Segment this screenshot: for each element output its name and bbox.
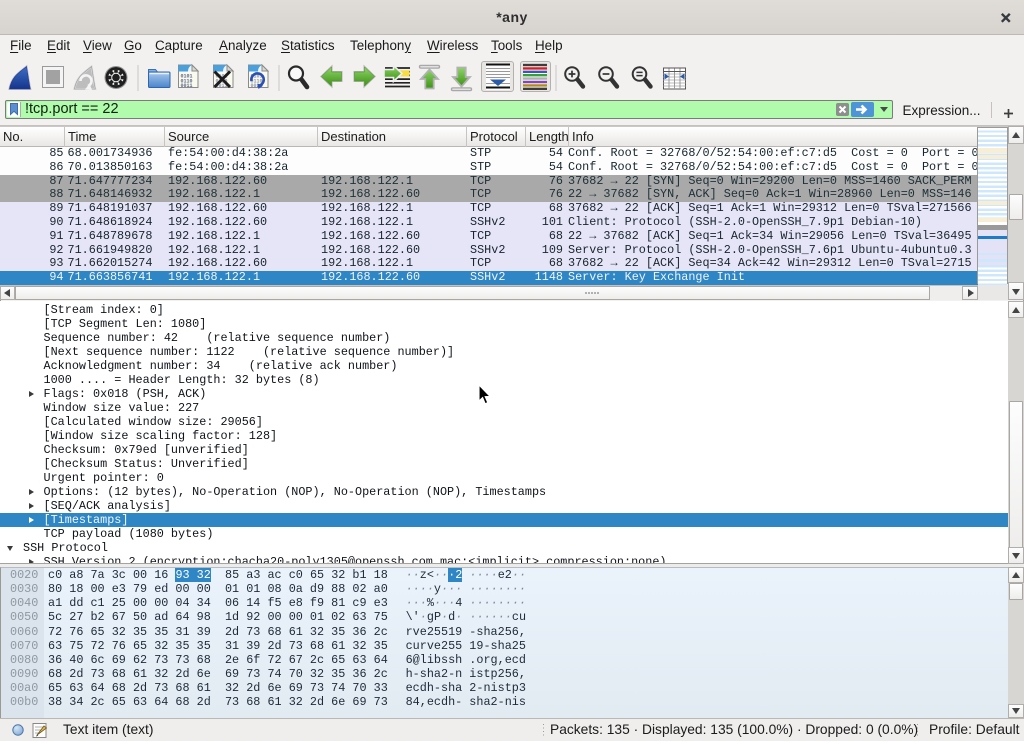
svg-text:0011: 0011 [181, 83, 193, 89]
